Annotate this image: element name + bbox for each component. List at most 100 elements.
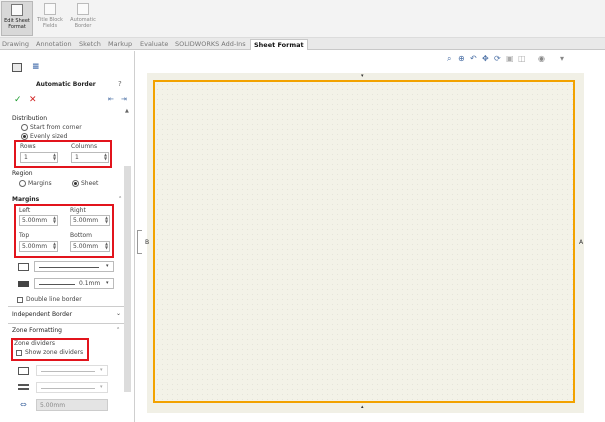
edit-sheet-format-button[interactable]: Edit Sheet Format [1,1,33,36]
zone-dividers-label: Zone dividers [14,340,55,347]
title-block-fields-label: Title Block Fields [37,17,63,29]
bottom-margin-label: Bottom [70,232,93,239]
independent-border-expand-icon[interactable]: ⌄ [116,310,121,317]
display-style-icon[interactable]: ◫ [518,54,526,63]
zone-size-input[interactable]: 5.00mm [36,399,108,411]
panel-title: Automatic Border [36,81,96,88]
forward-arrow-icon[interactable]: ⇥ [121,95,127,103]
line-style-icon [18,263,29,271]
tab-sketch[interactable]: Sketch [79,39,101,50]
property-manager-icon[interactable]: ≡ [32,62,40,72]
left-margin-value: 5.00mm [22,217,48,224]
tab-sheet-format[interactable]: Sheet Format [250,39,308,50]
zoom-to-fit-icon[interactable]: ⌕ [447,54,451,64]
section-view-icon[interactable]: ▣ [506,54,514,63]
show-zone-dividers-checkbox[interactable] [16,350,22,356]
ribbon: Edit Sheet Format Title Block Fields Aut… [0,0,605,38]
rows-label: Rows [20,143,36,150]
tab-markup[interactable]: Markup [108,39,132,50]
top-margin-label: Top [19,232,30,239]
right-margin-input[interactable]: 5.00mm [70,215,110,226]
tab-evaluate[interactable]: Evaluate [140,39,168,50]
separator [8,323,124,324]
ok-check-icon[interactable]: ✓ [14,95,22,105]
pan-icon[interactable]: ✥ [482,54,489,63]
columns-spinner-icon[interactable]: ▲ ▼ [104,153,108,161]
bottom-margin-value: 5.00mm [73,243,99,250]
command-tabs: Drawing Annotation Sketch Markup Evaluat… [0,38,605,50]
separator [8,306,124,307]
title-block-icon [44,3,56,15]
right-margin-spinner-icon[interactable]: ▲ ▼ [105,216,109,224]
sheet-radio[interactable] [72,180,79,187]
help-icon[interactable]: ? [118,80,122,88]
edit-sheet-format-label: Edit Sheet Format [4,18,30,30]
double-line-border-checkbox[interactable] [17,297,23,303]
line-thickness-preview [39,284,75,285]
cancel-x-icon[interactable]: ✕ [29,95,37,105]
independent-border-heading[interactable]: Independent Border [12,311,72,318]
sheet-radio-label: Sheet [81,180,99,187]
margins-radio-label: Margins [28,180,52,187]
bottom-margin-spinner-icon[interactable]: ▲ ▼ [105,242,109,250]
zone-line-thickness-select[interactable]: ▾ [36,382,108,393]
zone-formatting-collapse-icon[interactable]: ⌃ [116,327,120,333]
double-line-border-label: Double line border [26,296,82,303]
region-heading: Region [12,170,33,177]
zone-line-style-dropdown-icon: ▾ [100,367,103,373]
zoom-to-area-icon[interactable]: ⊕ [458,54,465,63]
columns-label: Columns [71,143,98,150]
right-margin-label: Right [70,207,86,214]
top-margin-value: 5.00mm [22,243,48,250]
evenly-sized-label: Evenly sized [30,133,68,140]
line-style-select[interactable]: ▾ [34,261,114,272]
top-edge-marker-icon: ▾ [361,73,364,79]
zone-size-icon: ⇔ [20,400,27,409]
evenly-sized-radio[interactable] [21,133,28,140]
line-style-dropdown-icon: ▾ [106,263,109,269]
back-arrow-icon[interactable]: ⇤ [108,95,114,103]
bottom-margin-input[interactable]: 5.00mm [70,241,110,252]
title-block-fields-button[interactable]: Title Block Fields [34,1,66,36]
top-margin-spinner-icon[interactable]: ▲ ▼ [53,242,57,250]
start-from-corner-label: Start from corner [30,124,82,131]
zone-size-value: 5.00mm [40,402,66,409]
previous-view-icon[interactable]: ↶ [470,54,477,63]
line-thickness-value: 0.1mm [79,280,101,287]
tab-solidworks-add-ins[interactable]: SOLIDWORKS Add-Ins [175,39,246,50]
margins-heading: Margins [12,196,40,203]
drawing-sheet[interactable] [153,80,575,403]
view-settings-icon[interactable]: ▾ [560,54,564,63]
tab-drawing[interactable]: Drawing [2,39,29,50]
columns-value: 1 [75,154,79,161]
hide-show-icon[interactable]: ◉ [538,54,545,63]
scroll-up-icon[interactable]: ▲ [125,108,129,114]
rows-spinner-icon[interactable]: ▲ ▼ [53,153,57,161]
bottom-edge-marker-icon: ▴ [361,404,364,410]
left-margin-spinner-icon[interactable]: ▲ ▼ [53,216,57,224]
panel-scrollbar[interactable] [124,166,131,392]
start-from-corner-radio[interactable] [21,124,28,131]
right-edge-marker: A [579,239,584,246]
automatic-border-label: Automatic Border [70,17,96,29]
distribution-heading: Distribution [12,115,48,122]
margins-collapse-icon[interactable]: ⌃ [118,196,122,202]
line-thickness-dropdown-icon: ▾ [106,280,109,286]
line-thickness-select[interactable]: 0.1mm ▾ [34,278,114,289]
zone-line-style-select[interactable]: ▾ [36,365,108,376]
zone-line-thickness-dropdown-icon: ▾ [100,384,103,390]
line-thickness-icon [18,281,29,287]
tab-annotation[interactable]: Annotation [36,39,72,50]
margins-radio[interactable] [19,180,26,187]
panel-splitter[interactable] [137,230,142,254]
left-edge-marker: B [145,239,150,246]
zone-line-style-preview [41,371,95,372]
automatic-border-button[interactable]: Automatic Border [67,1,99,36]
rotate-icon[interactable]: ⟳ [494,54,501,63]
border-icon [77,3,89,15]
left-margin-label: Left [19,207,31,214]
zone-line-thickness-icon [18,384,29,390]
feature-manager-icon[interactable] [12,63,22,72]
rows-value: 1 [24,154,28,161]
zone-line-style-icon [18,367,29,375]
